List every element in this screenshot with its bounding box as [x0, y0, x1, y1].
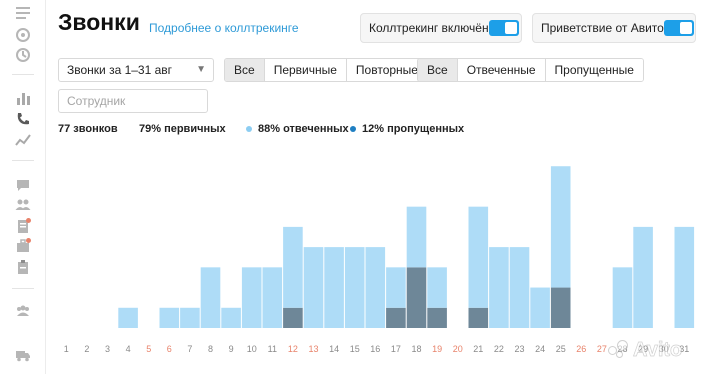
x-tick-label: 12 — [288, 344, 298, 354]
x-tick-label: 18 — [411, 344, 421, 354]
x-tick-label: 14 — [329, 344, 339, 354]
chart-x-axis: 1 2 3 4 5 6 7 8 9 10 11 12 13 14 15 16 17 18 19 20 21 22 23 24 2… — [64, 344, 690, 354]
x-tick-label: 5 — [146, 344, 151, 354]
bar-answered-day-11[interactable] — [262, 267, 283, 328]
x-tick-label: 21 — [473, 344, 483, 354]
x-tick-label: 19 — [432, 344, 442, 354]
bar-answered-day-22[interactable] — [489, 247, 509, 328]
bar-answered-day-8[interactable] — [200, 267, 221, 328]
x-tick-label: 8 — [208, 344, 213, 354]
x-tick-label: 20 — [453, 344, 463, 354]
bar-answered-day-6[interactable] — [159, 307, 180, 328]
x-tick-label: 26 — [576, 344, 586, 354]
bar-missed-day-12[interactable] — [283, 307, 303, 328]
x-tick-label: 17 — [391, 344, 401, 354]
x-tick-label: 27 — [597, 344, 607, 354]
bar-answered-day-9[interactable] — [221, 307, 241, 328]
avito-logo-icon — [608, 340, 628, 360]
bar-missed-day-19[interactable] — [427, 307, 447, 328]
x-tick-label: 24 — [535, 344, 545, 354]
bar-answered-day-29[interactable] — [633, 226, 653, 328]
bar-answered-day-21[interactable] — [468, 206, 489, 308]
x-tick-label: 1 — [64, 344, 69, 354]
x-tick-label: 10 — [247, 344, 257, 354]
bar-missed-day-18[interactable] — [406, 267, 427, 328]
x-tick-label: 22 — [494, 344, 504, 354]
x-tick-label: 3 — [105, 344, 110, 354]
bar-answered-day-25[interactable] — [550, 166, 571, 288]
x-tick-label: 6 — [167, 344, 172, 354]
x-tick-label: 4 — [126, 344, 131, 354]
bar-answered-day-15[interactable] — [344, 247, 365, 328]
x-tick-label: 16 — [370, 344, 380, 354]
avito-watermark: Avito — [608, 336, 716, 364]
x-tick-label: 7 — [187, 344, 192, 354]
bar-answered-day-10[interactable] — [241, 267, 262, 328]
bar-answered-day-31[interactable] — [674, 226, 695, 328]
x-tick-label: 25 — [556, 344, 566, 354]
bar-missed-day-25[interactable] — [550, 287, 571, 328]
bar-answered-day-14[interactable] — [324, 247, 344, 328]
bar-missed-day-17[interactable] — [386, 307, 406, 328]
calls-bar-chart: 1 2 3 4 5 6 7 8 9 10 11 12 13 14 15 16 17 18 19 20 21 22 23 24 2… — [64, 166, 695, 354]
x-tick-label: 2 — [84, 344, 89, 354]
bar-answered-day-12[interactable] — [283, 226, 303, 308]
bar-answered-day-23[interactable] — [509, 247, 530, 328]
watermark-text: Avito — [633, 338, 683, 361]
x-tick-label: 9 — [229, 344, 234, 354]
x-tick-label: 13 — [308, 344, 318, 354]
x-tick-label: 15 — [350, 344, 360, 354]
bar-answered-day-4[interactable] — [118, 307, 138, 328]
bar-answered-day-28[interactable] — [612, 267, 633, 328]
x-tick-label: 23 — [514, 344, 524, 354]
bar-answered-day-18[interactable] — [406, 206, 427, 268]
bar-missed-day-21[interactable] — [468, 307, 489, 328]
bar-answered-day-16[interactable] — [365, 247, 386, 328]
bar-answered-day-17[interactable] — [386, 267, 406, 308]
bar-answered-day-13[interactable] — [303, 247, 324, 328]
bar-answered-day-19[interactable] — [427, 267, 447, 308]
x-tick-label: 11 — [268, 344, 277, 354]
chart-bars — [118, 166, 695, 328]
bar-answered-day-7[interactable] — [180, 307, 200, 328]
bar-answered-day-24[interactable] — [530, 287, 550, 328]
